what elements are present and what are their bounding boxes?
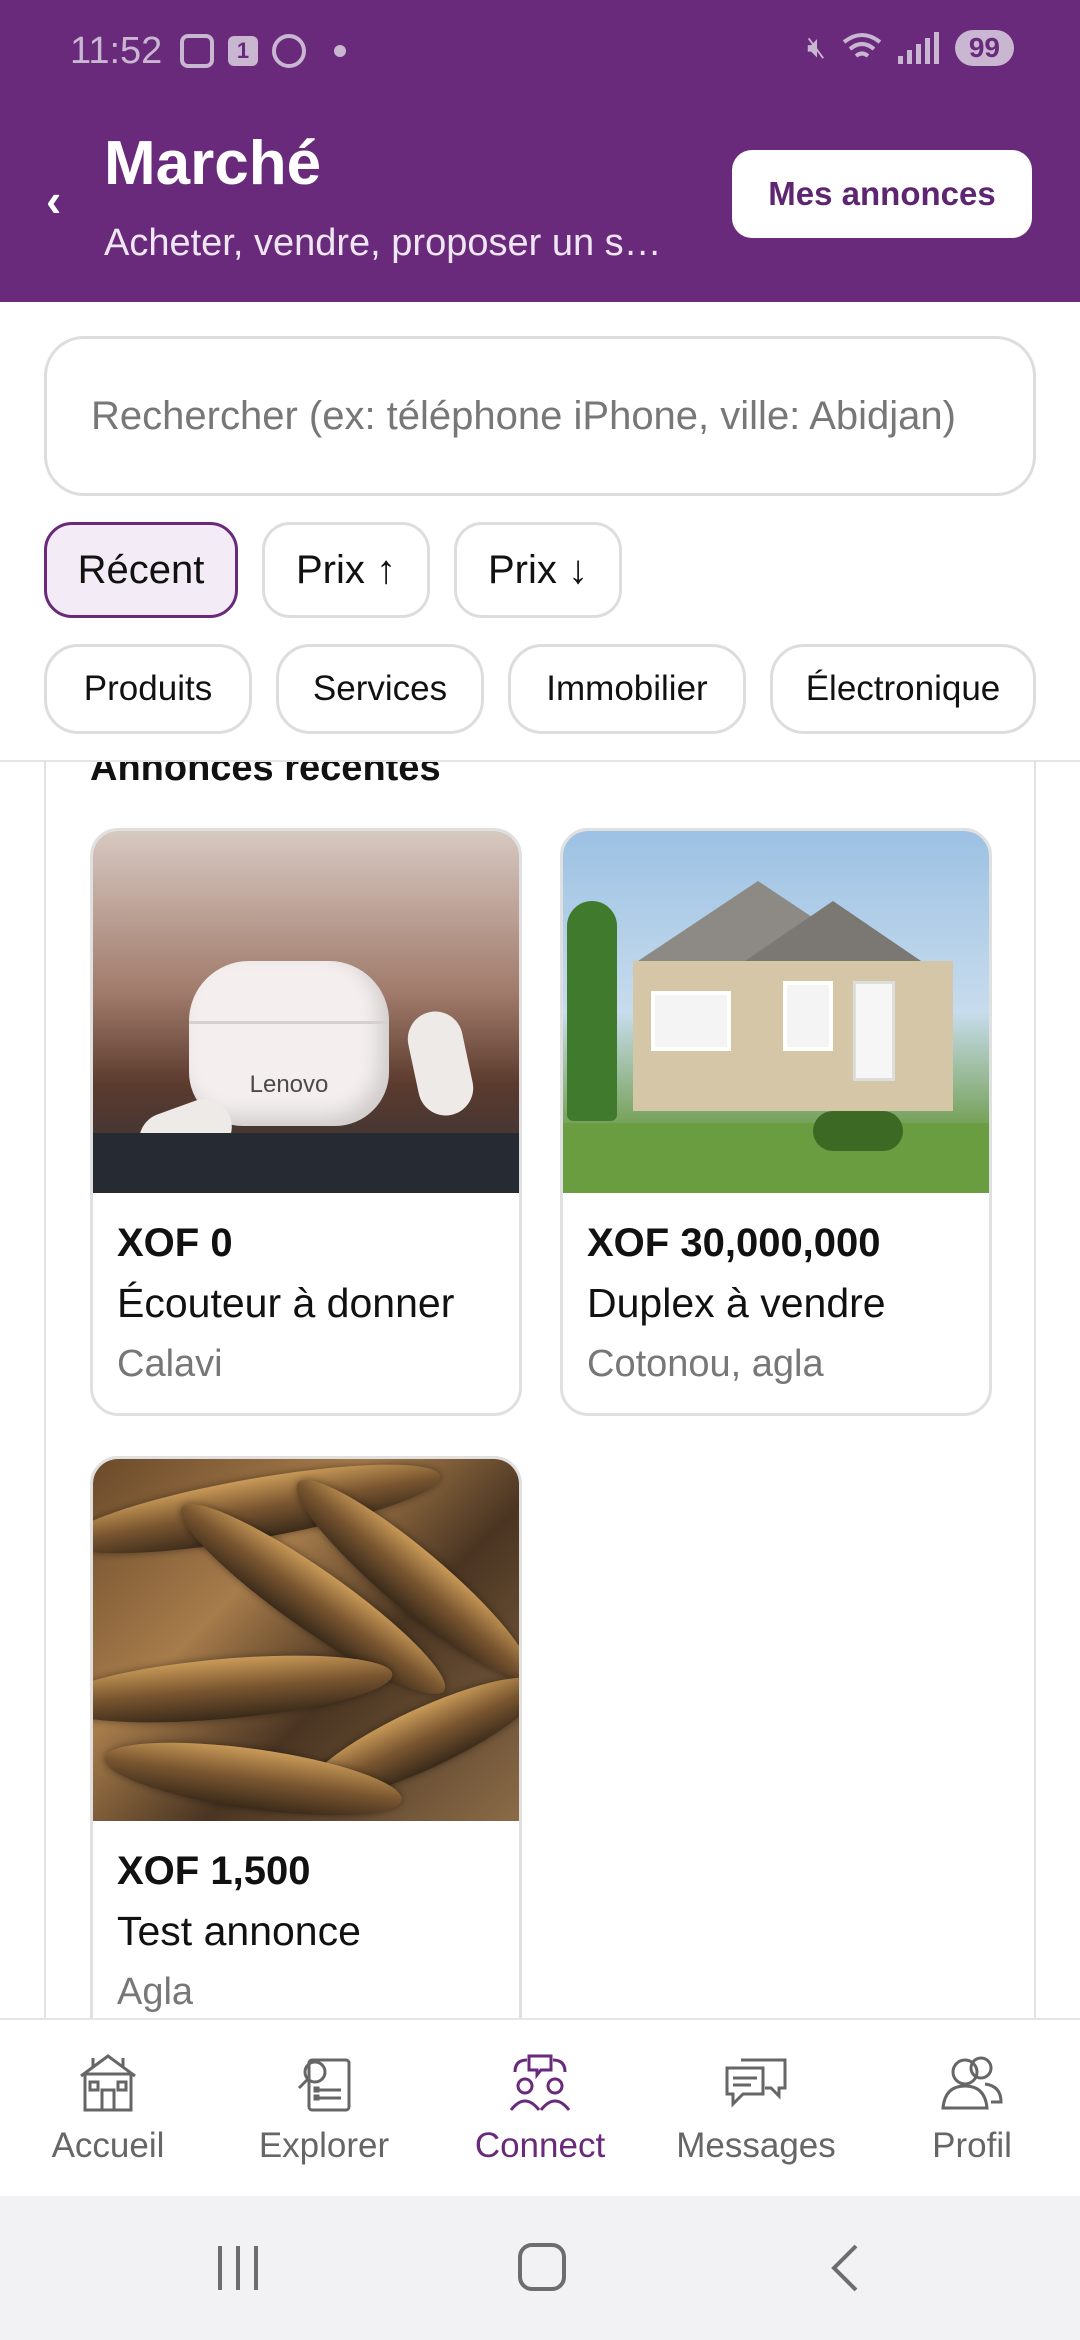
listing-card[interactable]: XOF 1,500 Test annonce Agla [90, 1456, 522, 2018]
window [651, 991, 731, 1051]
battery-indicator: 99 [954, 30, 1014, 66]
nav-item-messages[interactable]: Messages [648, 2020, 864, 2198]
mute-icon: 🔇︎ [806, 31, 826, 64]
more-notifications-dot-icon [334, 45, 346, 57]
table-surface [93, 1133, 519, 1193]
home-icon [73, 2048, 143, 2118]
whatsapp-icon [272, 34, 306, 68]
listing-card[interactable]: XOF 30,000,000 Duplex à vendre Cotonou, … [560, 828, 992, 1416]
status-notification-icons: 1 [180, 34, 346, 68]
earbuds-logo: Lenovo [249, 1071, 329, 1098]
listing-title: Écouteur à donner [117, 1280, 455, 1326]
bottom-navigation: Accueil Explorer Connect Messages Profil [0, 2018, 1080, 2196]
listing-price: XOF 1,500 [117, 1849, 311, 1893]
profile-icon [937, 2048, 1007, 2118]
sort-recent-button[interactable]: Récent [44, 522, 238, 618]
listing-image-earbuds: Lenovo [93, 831, 519, 1193]
nav-label: Profil [932, 2126, 1012, 2165]
lawn [563, 1123, 989, 1193]
connect-icon [505, 2048, 575, 2118]
status-time: 11:52 [70, 30, 163, 72]
nav-item-connect[interactable]: Connect [432, 2020, 648, 2198]
nav-item-accueil[interactable]: Accueil [0, 2020, 216, 2198]
status-system-icons: 🔇︎ 99 [807, 30, 1014, 66]
listing-info: XOF 1,500 Test annonce Agla [93, 1821, 519, 2018]
sort-price-desc-button[interactable]: Prix ↓ [454, 522, 622, 618]
messages-icon [721, 2048, 791, 2118]
front-door [853, 981, 895, 1081]
my-ads-button[interactable]: Mes annonces [732, 150, 1032, 238]
nav-label: Explorer [258, 2126, 390, 2165]
listing-title: Test annonce [117, 1908, 361, 1954]
listing-card[interactable]: Lenovo XOF 0 Écouteur à donner Calavi [90, 828, 522, 1416]
nav-label: Messages [676, 2126, 836, 2165]
explore-icon [289, 2048, 359, 2118]
page-subtitle: Acheter, vendre, proposer un s… [104, 222, 662, 264]
category-services[interactable]: Services [276, 644, 484, 734]
listing-image-house [563, 831, 989, 1193]
home-button-icon[interactable] [518, 2243, 566, 2291]
status-bar: 11:52 1 🔇︎ 99 [0, 0, 1080, 100]
listing-info: XOF 0 Écouteur à donner Calavi [93, 1193, 519, 1410]
sort-price-asc-button[interactable]: Prix ↑ [262, 522, 430, 618]
nav-item-profil[interactable]: Profil [864, 2020, 1080, 2198]
section-title: Annonces récentes [90, 762, 441, 789]
page-title: Marché [104, 129, 322, 198]
search-input[interactable]: Rechercher (ex: téléphone iPhone, ville:… [44, 336, 1036, 496]
nav-label: Accueil [51, 2126, 165, 2165]
listing-image-smoked-fish [93, 1459, 519, 1821]
category-electronics[interactable]: Électronique [770, 644, 1036, 734]
screenshot-icon [180, 34, 214, 68]
notification-badge-icon: 1 [228, 36, 258, 66]
category-products[interactable]: Produits [44, 644, 252, 734]
earbuds-case [189, 961, 389, 1126]
wifi-icon [842, 33, 882, 58]
listing-price: XOF 30,000,000 [587, 1221, 881, 1265]
tree [567, 901, 617, 1121]
listings-panel[interactable]: Annonces récentes Lenovo XOF 0 Écouteur … [44, 762, 1036, 2018]
fish [93, 1644, 395, 1734]
sort-options: Récent Prix ↑ Prix ↓ [44, 522, 622, 618]
listing-title: Duplex à vendre [587, 1280, 886, 1326]
app-header: 11:52 1 🔇︎ 99 ‹ Marché Acheter, vendre, … [0, 0, 1080, 302]
back-chevron-icon[interactable] [826, 2242, 866, 2299]
earbud-right [402, 1006, 479, 1121]
category-filters: Produits Services Immobilier Électroniqu… [44, 644, 1036, 734]
listing-location: Agla [117, 1971, 194, 2013]
listing-location: Cotonou, agla [587, 1343, 824, 1385]
system-navigation-bar [0, 2196, 1080, 2340]
window [783, 981, 833, 1051]
nav-item-explorer[interactable]: Explorer [216, 2020, 432, 2198]
signal-icon [897, 32, 939, 64]
earbuds-case-lid [189, 1021, 389, 1024]
recents-icon[interactable] [218, 2246, 258, 2290]
bush [813, 1111, 903, 1151]
nav-label: Connect [474, 2126, 606, 2165]
listing-info: XOF 30,000,000 Duplex à vendre Cotonou, … [563, 1193, 989, 1410]
back-button[interactable]: ‹ [46, 177, 61, 223]
listing-location: Calavi [117, 1343, 223, 1385]
listing-price: XOF 0 [117, 1221, 233, 1265]
category-real-estate[interactable]: Immobilier [508, 644, 746, 734]
